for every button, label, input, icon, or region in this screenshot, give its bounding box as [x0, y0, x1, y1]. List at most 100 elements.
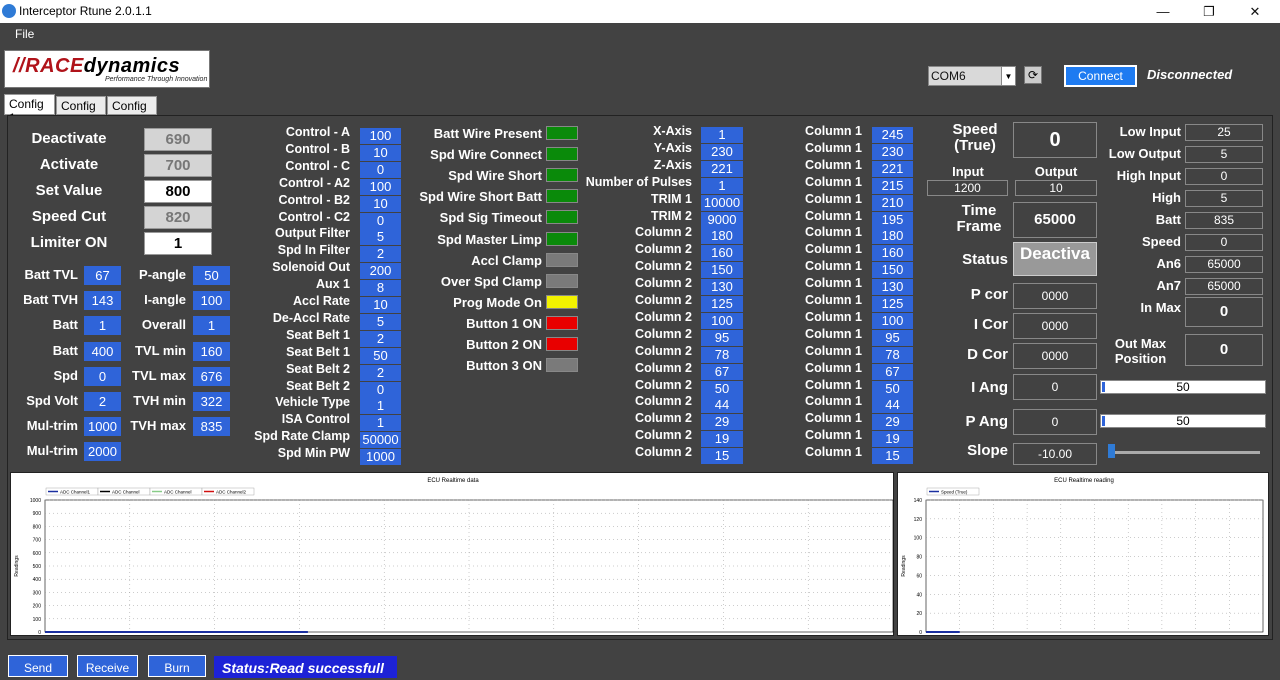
send-button[interactable]: Send [8, 655, 68, 677]
tab-config-3[interactable]: Config 3 [107, 96, 157, 127]
control-field[interactable]: 1 [360, 398, 401, 415]
limit-field[interactable]: 700 [144, 154, 212, 177]
axis-field[interactable]: 29 [701, 414, 743, 431]
control-field[interactable]: 0 [360, 381, 401, 398]
column1-field[interactable]: 29 [872, 414, 913, 431]
axis-field[interactable]: 67 [701, 363, 743, 380]
param-field[interactable]: 160 [193, 341, 230, 361]
y-tick-label: 600 [33, 551, 42, 557]
column1-field[interactable]: 150 [872, 262, 913, 279]
axis-field[interactable]: 150 [701, 262, 743, 279]
axis-field[interactable]: 44 [701, 397, 743, 414]
param-field[interactable]: 50 [193, 266, 230, 285]
indicator-label: Spd Master Limp [437, 231, 542, 247]
d-cor-label: D Cor [967, 346, 1008, 363]
i-cor-label: I Cor [973, 316, 1008, 333]
minimize-button[interactable]: — [1140, 0, 1186, 23]
limit-field[interactable]: 690 [144, 128, 212, 151]
axis-field[interactable]: 180 [701, 228, 743, 245]
p-ang-bar-text: 50 [1176, 414, 1190, 428]
param-label: TVL min [134, 342, 186, 358]
slope-slider-thumb[interactable] [1108, 444, 1115, 458]
column1-field[interactable]: 125 [872, 296, 913, 312]
param-label: Spd [53, 367, 78, 383]
control-field[interactable]: 1000 [360, 449, 401, 466]
control-field[interactable]: 1 [360, 415, 401, 432]
tab-config-1[interactable]: Config 1 [4, 94, 55, 125]
chart-ylabel: Readings [14, 555, 20, 577]
axis-field[interactable]: 19 [701, 431, 743, 448]
column1-field[interactable]: 67 [872, 363, 913, 380]
column1-field[interactable]: 95 [872, 329, 913, 346]
column1-field[interactable]: 230 [872, 143, 913, 160]
axis-label: Z-Axis [653, 157, 692, 172]
close-button[interactable]: ✕ [1232, 0, 1278, 23]
burn-button[interactable]: Burn [148, 655, 206, 677]
limit-field[interactable]: 800 [144, 180, 212, 203]
column1-field[interactable]: 245 [872, 127, 913, 143]
param-field[interactable]: 835 [193, 417, 230, 437]
column1-field[interactable]: 100 [872, 312, 913, 329]
axis-field[interactable]: 130 [701, 279, 743, 296]
axis-field[interactable]: 50 [701, 380, 743, 397]
column1-field[interactable]: 195 [872, 211, 913, 228]
connect-button[interactable]: Connect [1064, 65, 1137, 87]
axis-field[interactable]: 100 [701, 312, 743, 329]
column1-field[interactable]: 160 [872, 245, 913, 262]
param-field[interactable]: 0 [84, 366, 121, 386]
menu-file[interactable]: File [15, 27, 34, 41]
column1-field[interactable]: 180 [872, 228, 913, 245]
axis-field[interactable]: 10000 [701, 194, 743, 211]
axis-field[interactable]: 9000 [701, 211, 743, 228]
param-field[interactable]: 676 [193, 366, 230, 386]
p-ang-bar: 50 [1100, 414, 1266, 428]
axis-field[interactable]: 221 [701, 160, 743, 177]
column1-field[interactable]: 130 [872, 279, 913, 296]
control-field[interactable]: 50000 [360, 432, 401, 449]
receive-button[interactable]: Receive [77, 655, 138, 677]
connection-status: Disconnected [1147, 67, 1233, 82]
right-label: Batt [1155, 212, 1181, 227]
control-label: Seat Belt 1 [286, 344, 350, 359]
param-field[interactable]: 2000 [84, 442, 121, 462]
axis-field[interactable]: 78 [701, 346, 743, 363]
axis-field[interactable]: 1 [701, 127, 743, 143]
param-field[interactable]: 1000 [84, 417, 121, 437]
column1-field[interactable]: 19 [872, 431, 913, 448]
param-field[interactable]: 400 [84, 341, 121, 361]
limit-label: Activate [39, 156, 99, 173]
tab-config-2[interactable]: Config 2 [56, 96, 106, 127]
column1-label: Column 1 [805, 191, 862, 206]
maximize-button[interactable]: ❐ [1186, 0, 1232, 23]
param-field[interactable]: 100 [193, 291, 230, 311]
axis-field[interactable]: 1 [701, 177, 743, 194]
refresh-icon[interactable]: ⟳ [1024, 66, 1042, 84]
in-max-label: In Max [1140, 300, 1181, 315]
axis-field[interactable]: 230 [701, 143, 743, 160]
control-label: Control - B2 [278, 192, 350, 207]
param-field[interactable]: 2 [84, 392, 121, 411]
chevron-down-icon[interactable]: ▼ [1001, 66, 1016, 86]
axis-field[interactable]: 15 [701, 448, 743, 465]
limit-field[interactable]: 1 [144, 232, 212, 255]
column1-field[interactable]: 78 [872, 346, 913, 363]
axis-field[interactable]: 125 [701, 296, 743, 312]
slope-slider-track[interactable] [1110, 451, 1260, 454]
column1-field[interactable]: 44 [872, 397, 913, 414]
indicator-label: Batt Wire Present [433, 126, 542, 141]
indicator-label: Spd Sig Timeout [439, 210, 542, 226]
param-field[interactable]: 1 [84, 316, 121, 336]
column1-field[interactable]: 215 [872, 177, 913, 194]
limit-field[interactable]: 820 [144, 206, 212, 229]
param-field[interactable]: 1 [193, 316, 230, 336]
axis-field[interactable]: 95 [701, 329, 743, 346]
column1-label: Column 1 [805, 242, 862, 257]
column1-field[interactable]: 15 [872, 448, 913, 465]
param-field[interactable]: 67 [84, 266, 121, 285]
column1-field[interactable]: 210 [872, 194, 913, 211]
column1-field[interactable]: 221 [872, 160, 913, 177]
param-field[interactable]: 322 [193, 392, 230, 411]
axis-field[interactable]: 160 [701, 245, 743, 262]
column1-field[interactable]: 50 [872, 380, 913, 397]
param-field[interactable]: 143 [84, 291, 121, 311]
